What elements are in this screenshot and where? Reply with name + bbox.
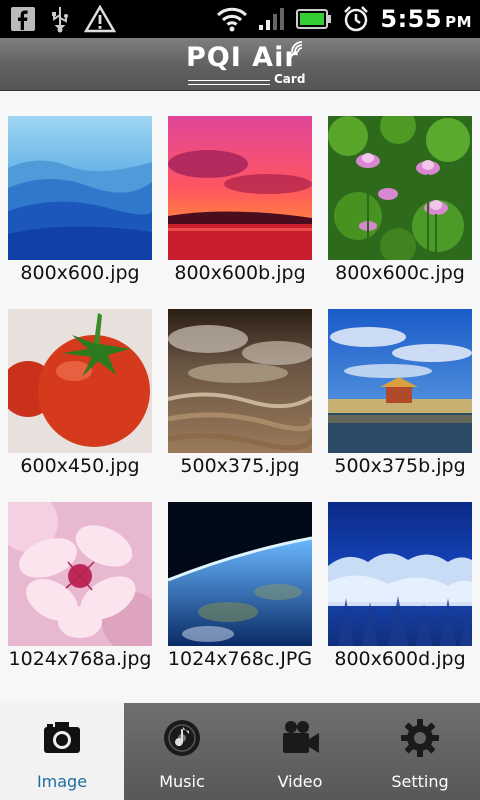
gallery-item[interactable]: 1024x768c.JPG	[160, 482, 320, 670]
video-camera-icon	[283, 721, 319, 753]
thumbnail-tomato[interactable]	[8, 309, 152, 453]
logo-text: PQI Air	[186, 42, 299, 73]
music-disc-icon	[164, 720, 200, 756]
battery-icon	[296, 8, 332, 30]
usb-icon	[48, 5, 72, 33]
tab-label: Music	[159, 772, 205, 791]
image-gallery: 800x600.jpg 800x600b.jpg 800x600c.jpg 60…	[0, 96, 480, 702]
file-name: 800x600b.jpg	[174, 262, 306, 284]
gallery-item[interactable]: 800x600c.jpg	[320, 96, 480, 284]
logo-subtitle: Card	[274, 72, 306, 86]
tab-image[interactable]: Image	[0, 703, 124, 800]
clock: 5:55 PM	[380, 5, 472, 33]
logo-underline	[188, 80, 270, 85]
app-header: PQI Air Card	[0, 38, 480, 91]
tab-label: Video	[277, 772, 323, 791]
tab-music[interactable]: Music	[124, 703, 240, 800]
file-name: 800x600c.jpg	[335, 262, 465, 284]
thumbnail-snowy-forest[interactable]	[328, 502, 472, 646]
tab-video[interactable]: Video	[240, 703, 360, 800]
tab-label: Image	[36, 772, 88, 791]
gallery-item[interactable]: 500x375.jpg	[160, 289, 320, 477]
signal-icon	[258, 7, 286, 31]
app-logo: PQI Air Card	[186, 41, 306, 86]
tab-setting[interactable]: Setting	[360, 703, 480, 800]
file-name: 600x450.jpg	[20, 455, 140, 477]
gallery-item[interactable]: 500x375b.jpg	[320, 289, 480, 477]
thumbnail-palace-lake[interactable]	[328, 309, 472, 453]
facebook-icon	[10, 6, 36, 32]
tab-label: Setting	[391, 772, 449, 791]
warning-icon	[84, 5, 116, 33]
file-name: 1024x768a.jpg	[8, 648, 152, 670]
gallery-item[interactable]: 1024x768a.jpg	[0, 482, 160, 670]
gallery-item[interactable]: 800x600b.jpg	[160, 96, 320, 284]
camera-icon	[44, 722, 80, 753]
file-name: 500x375b.jpg	[334, 455, 466, 477]
alarm-icon	[342, 5, 370, 33]
gallery-item[interactable]: 600x450.jpg	[0, 289, 160, 477]
thumbnail-lotus-flowers[interactable]	[328, 116, 472, 260]
bottom-tab-bar: Image Music Video Setting	[0, 703, 480, 800]
file-name: 800x600.jpg	[20, 262, 140, 284]
wifi-icon	[216, 6, 248, 32]
file-name: 800x600d.jpg	[334, 648, 466, 670]
thumbnail-river-rapids[interactable]	[168, 309, 312, 453]
file-name: 1024x768c.JPG	[167, 648, 313, 670]
thumbnail-pink-blossom[interactable]	[8, 502, 152, 646]
thumbnail-red-sunset[interactable]	[168, 116, 312, 260]
gallery-item[interactable]: 800x600d.jpg	[320, 482, 480, 670]
status-bar: 5:55 PM	[0, 0, 480, 38]
gallery-item[interactable]: 800x600.jpg	[0, 96, 160, 284]
thumbnail-earth-from-space[interactable]	[168, 502, 312, 646]
thumbnail-blue-mountains[interactable]	[8, 116, 152, 260]
gear-icon	[401, 719, 439, 757]
wireless-icon	[291, 41, 303, 53]
file-name: 500x375.jpg	[180, 455, 300, 477]
